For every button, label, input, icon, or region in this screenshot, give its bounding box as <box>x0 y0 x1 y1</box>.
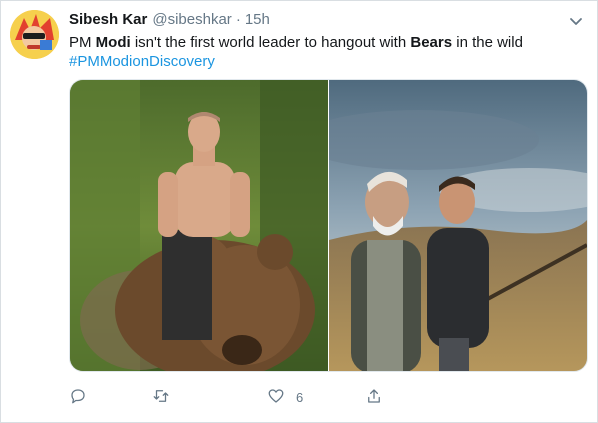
heart-icon <box>267 387 285 408</box>
tweet-header: Sibesh Kar @sibeshkar · 15h <box>69 11 270 31</box>
photo-bear-ride[interactable] <box>70 80 328 371</box>
tweet-text-part: in the wild <box>452 34 523 51</box>
like-button[interactable]: 6 <box>267 385 303 409</box>
retweet-icon <box>152 387 170 408</box>
like-count: 6 <box>296 389 304 405</box>
separator-dot: · <box>235 11 241 28</box>
timestamp[interactable]: 15h <box>245 11 270 28</box>
hashtag-link[interactable]: #PMModionDiscovery <box>69 53 215 70</box>
reply-button[interactable] <box>69 385 98 409</box>
retweet-button[interactable] <box>152 385 181 409</box>
tweet-text-part: isn't the first world leader to hangout … <box>130 34 411 51</box>
chevron-down-icon[interactable] <box>568 13 584 29</box>
tweet-text-bold: Bears <box>410 34 453 51</box>
tweet-text-part: PM <box>69 34 96 51</box>
photo-grassland-walk[interactable] <box>299 80 587 371</box>
author-handle[interactable]: @sibeshkar <box>152 11 231 28</box>
action-bar: 6 <box>69 385 469 409</box>
reply-icon <box>69 387 87 408</box>
author-name[interactable]: Sibesh Kar <box>69 11 147 28</box>
share-button[interactable] <box>365 385 394 409</box>
tweet-text: PM Modi isn't the first world leader to … <box>69 33 584 71</box>
tweet-text-bold: Modi <box>95 34 131 51</box>
share-icon <box>365 387 383 408</box>
media-grid <box>69 79 588 372</box>
avatar[interactable] <box>10 10 59 59</box>
tweet-card[interactable]: Sibesh Kar @sibeshkar · 15h PM Modi isn'… <box>0 0 598 423</box>
